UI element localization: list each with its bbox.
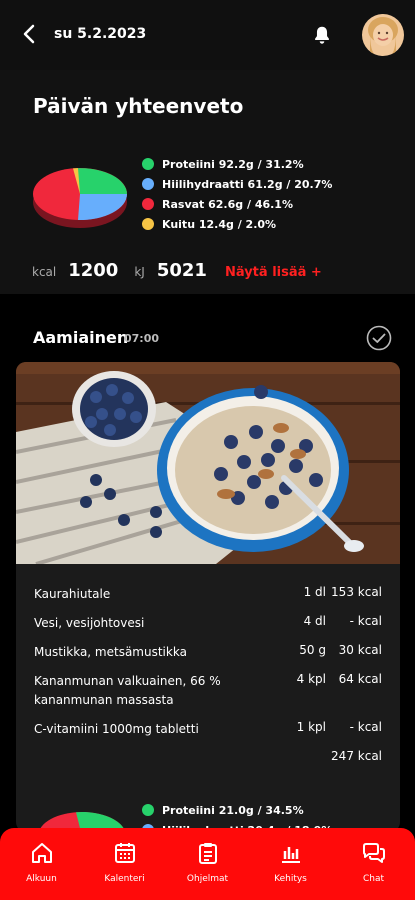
fat-dot-icon — [142, 198, 154, 210]
item-amount: 1 dl — [303, 585, 326, 599]
legend-item-fiber: Kuitu 12.4g / 2.0% — [142, 214, 332, 234]
nav-item-programs[interactable]: Ohjelmat — [166, 828, 249, 900]
kcal-value: 1200 — [68, 260, 119, 281]
bell-icon[interactable] — [311, 24, 333, 46]
fiber-dot-icon — [142, 218, 154, 230]
meal-title: Aamiainen — [33, 328, 129, 347]
daily-summary-card: Päivän yhteenveto Proteiini 92.2g / 31.2… — [0, 70, 415, 294]
check-circle-icon[interactable] — [366, 325, 392, 351]
nav-label: Chat — [362, 874, 385, 884]
list-item[interactable]: Mustikka, metsämustikka 50 g 30 kcal — [16, 636, 400, 665]
item-amount: 50 g — [299, 643, 326, 657]
bottom-navigation: Alkuun Kalenteri Ohjelmat Kehitys Chat — [0, 828, 415, 900]
nav-label: Ohjelmat — [186, 874, 229, 884]
nav-label: Alkuun — [26, 874, 57, 884]
meal-card[interactable]: Kaurahiutale 1 dl 153 kcal Vesi, vesijoh… — [16, 362, 400, 832]
nav-item-chat[interactable]: Chat — [332, 828, 415, 900]
nav-item-home[interactable]: Alkuun — [0, 828, 83, 900]
item-amount: 1 kpl — [296, 720, 326, 734]
clipboard-icon — [198, 843, 217, 864]
list-item[interactable]: Vesi, vesijohtovesi 4 dl - kcal — [16, 607, 400, 636]
item-name: Vesi, vesijohtovesi — [34, 616, 145, 630]
item-amount: 4 dl — [303, 614, 326, 628]
legend-label: Kuitu 12.4g / 2.0% — [162, 217, 277, 231]
chat-icon — [362, 843, 385, 863]
macro-legend: Proteiini 92.2g / 31.2% Hiilihydraatti 6… — [142, 154, 332, 234]
item-kcal: 153 kcal — [331, 585, 382, 599]
list-item[interactable]: C-vitamiini 1000mg tabletti 1 kpl - kcal — [16, 713, 400, 742]
protein-dot-icon — [142, 158, 154, 170]
item-kcal: - kcal — [349, 614, 382, 628]
top-bar: su 5.2.2023 — [0, 0, 415, 70]
legend-item-fat: Rasvat 62.6g / 46.1% — [142, 194, 332, 214]
kj-unit: kJ — [134, 265, 145, 279]
user-avatar[interactable] — [362, 14, 404, 56]
item-kcal: - kcal — [349, 720, 382, 734]
item-name: Kaurahiutale — [34, 587, 111, 601]
list-item[interactable]: Kaurahiutale 1 dl 153 kcal — [16, 578, 400, 607]
date-label: su 5.2.2023 — [54, 26, 147, 42]
kj-value: 5021 — [156, 260, 207, 281]
meal-header: Aamiainen 07:00 — [0, 318, 415, 358]
meal-total: 247 kcal — [16, 742, 400, 771]
progress-chart-icon — [281, 847, 300, 863]
legend-item-protein: Proteiini 92.2g / 31.2% — [142, 154, 332, 174]
legend-label: Proteiini 21.0g / 34.5% — [162, 803, 304, 817]
home-icon — [31, 843, 52, 863]
protein-dot-icon — [142, 804, 154, 816]
meal-time: 07:00 — [124, 332, 160, 345]
legend-label: Proteiini 92.2g / 31.2% — [162, 157, 304, 171]
meal-total-kcal: 247 kcal — [331, 749, 382, 763]
legend-label: Hiilihydraatti 61.2g / 20.7% — [162, 177, 333, 191]
list-item[interactable]: Kananmunan valkuainen, 66 % kananmunan m… — [16, 665, 400, 713]
energy-row: kcal 1200 kJ 5021 Näytä lisää + — [32, 260, 322, 282]
nav-label: Kalenteri — [104, 874, 145, 884]
item-amount: 4 kpl — [296, 672, 326, 686]
item-name: Mustikka, metsämustikka — [34, 645, 187, 659]
legend-item-protein: Proteiini 21.0g / 34.5% — [142, 800, 332, 820]
item-kcal: 30 kcal — [338, 643, 382, 657]
show-more-link[interactable]: Näytä lisää + — [225, 265, 322, 280]
macro-pie-chart — [33, 168, 128, 228]
nav-item-progress[interactable]: Kehitys — [249, 828, 332, 900]
legend-item-carbs: Hiilihydraatti 61.2g / 20.7% — [142, 174, 332, 194]
item-name: C-vitamiini 1000mg tabletti — [34, 722, 199, 736]
summary-title: Päivän yhteenveto — [33, 94, 244, 118]
legend-label: Rasvat 62.6g / 46.1% — [162, 197, 293, 211]
item-name: Kananmunan valkuainen, 66 % kananmunan m… — [34, 674, 221, 707]
next-meal-preview: Proteiini 21.0g / 34.5% Hiilihydraatti 2… — [0, 792, 415, 861]
porridge-photo — [16, 362, 400, 564]
item-kcal: 64 kcal — [338, 672, 382, 686]
carbs-dot-icon — [142, 178, 154, 190]
nav-item-calendar[interactable]: Kalenteri — [83, 828, 166, 900]
nav-label: Kehitys — [274, 874, 307, 884]
calendar-icon — [114, 843, 135, 863]
kcal-unit: kcal — [32, 265, 57, 279]
meal-items-list: Kaurahiutale 1 dl 153 kcal Vesi, vesijoh… — [16, 578, 400, 771]
back-icon[interactable] — [18, 22, 42, 46]
